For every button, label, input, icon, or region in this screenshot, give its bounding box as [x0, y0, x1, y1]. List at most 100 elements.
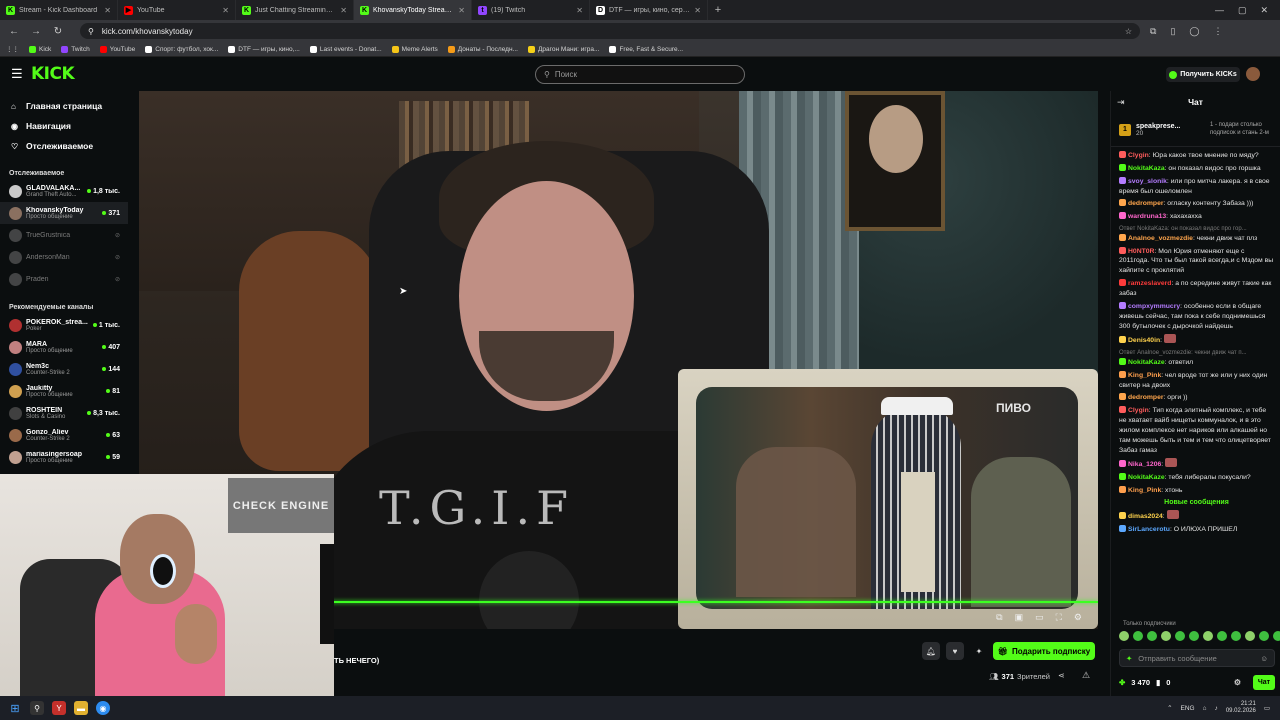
- kicks-balance[interactable]: 3 470: [1131, 678, 1150, 687]
- tab-close-icon[interactable]: ✕: [222, 6, 229, 15]
- sidebar-channel[interactable]: GLADVALAKA... Grand Theft Auto... 1,8 тыс.: [0, 180, 128, 202]
- chat-username[interactable]: ramzeslaverd: [1128, 280, 1171, 287]
- profile-icon[interactable]: ◯: [1189, 26, 1199, 37]
- reload-icon[interactable]: ↻: [52, 26, 64, 37]
- emote-icon[interactable]: [1133, 631, 1143, 641]
- new-messages-divider[interactable]: Новые сообщения: [1119, 499, 1274, 506]
- search-taskbar-icon[interactable]: ⚲: [30, 701, 44, 715]
- chat-username[interactable]: NokitaKaze: [1128, 474, 1165, 481]
- url-field[interactable]: ⚲ kick.com/khovanskytoday ☆: [80, 23, 1140, 39]
- tray-arrow-icon[interactable]: ⌃: [1167, 704, 1172, 712]
- sparkle-icon[interactable]: ✦: [1126, 654, 1132, 663]
- chat-username[interactable]: H0NT0R: [1128, 248, 1154, 255]
- notification-bell-button[interactable]: 🔔︎: [922, 642, 940, 660]
- emote-icon[interactable]: [1175, 631, 1185, 641]
- chat-username[interactable]: SirLancerotu: [1128, 526, 1170, 533]
- chat-username[interactable]: NokitaKaze: [1128, 359, 1165, 366]
- emote-icon[interactable]: [1245, 631, 1255, 641]
- browser-tab[interactable]: ▶ YouTube ✕: [118, 0, 236, 20]
- extensions-icon[interactable]: ⧉: [1150, 26, 1156, 37]
- gifter-name[interactable]: speakprese...: [1136, 123, 1180, 130]
- pip-icon[interactable]: ▣: [1015, 612, 1024, 623]
- chat-username[interactable]: Nika_1206: [1128, 461, 1161, 468]
- emote-icon[interactable]: [1273, 631, 1280, 641]
- browser-tab[interactable]: K Just Chatting Streaming - Live S ✕: [236, 0, 354, 20]
- gift-subscription-button[interactable]: 🎁︎ Подарить подписку: [993, 642, 1095, 660]
- new-tab-button[interactable]: +: [708, 4, 728, 16]
- emote-icon[interactable]: [1189, 631, 1199, 641]
- chat-username[interactable]: King_Pink: [1128, 487, 1161, 494]
- site-info-icon[interactable]: ⚲: [88, 27, 94, 36]
- apps-grid-icon[interactable]: ⋮⋮: [6, 45, 19, 53]
- emote-icon[interactable]: [1161, 631, 1171, 641]
- bookmark-star-icon[interactable]: ☆: [1125, 27, 1132, 36]
- chrome-icon[interactable]: ◉: [96, 701, 110, 715]
- close-window-icon[interactable]: ✕: [1260, 5, 1268, 16]
- chat-username[interactable]: dedromper: [1128, 200, 1164, 207]
- clip-icon[interactable]: ⧉: [996, 612, 1002, 623]
- sidebar-channel[interactable]: Jaukitty Просто общение 81: [0, 380, 128, 402]
- bookmark-item[interactable]: DTF — игры, кино,...: [228, 45, 300, 53]
- folder-icon[interactable]: ▬: [74, 701, 88, 715]
- chat-username[interactable]: compxymmucry: [1128, 303, 1180, 310]
- chat-send-button[interactable]: Чат: [1253, 674, 1275, 690]
- sidebar-icon[interactable]: ▯: [1170, 26, 1175, 37]
- emote-icon[interactable]: [1259, 631, 1269, 641]
- get-kicks-button[interactable]: Получить KICKs: [1166, 67, 1240, 82]
- browser-tab[interactable]: K Stream - Kick Dashboard ✕: [0, 0, 118, 20]
- browser-tab[interactable]: t (19) Twitch ✕: [472, 0, 590, 20]
- sidebar-channel[interactable]: ROSHTEIN Slots & Casino 8,3 тыс.: [0, 402, 128, 424]
- bookmark-item[interactable]: Kick: [29, 45, 51, 53]
- chat-username[interactable]: svoy_slonik: [1128, 178, 1167, 185]
- emote-icon[interactable]: [1119, 631, 1129, 641]
- sidebar-channel[interactable]: KhovanskyToday Просто общение 371: [0, 202, 128, 224]
- tab-close-icon[interactable]: ✕: [694, 6, 701, 15]
- bookmark-item[interactable]: Донаты - Последн...: [447, 45, 518, 53]
- user-avatar[interactable]: [1246, 67, 1260, 81]
- tab-close-icon[interactable]: ✕: [340, 6, 347, 15]
- clock[interactable]: 21:21 09.02.2026: [1226, 701, 1256, 715]
- search-input[interactable]: ⚲ Поиск: [535, 65, 745, 84]
- chat-username[interactable]: Clygin: [1128, 152, 1149, 159]
- points-value[interactable]: 0: [1166, 678, 1170, 687]
- maximize-icon[interactable]: ▢: [1238, 5, 1247, 16]
- kick-logo[interactable]: KICK: [31, 64, 75, 84]
- back-icon[interactable]: ←: [8, 26, 20, 37]
- theater-icon[interactable]: ▭: [1035, 612, 1044, 623]
- emote-icon[interactable]: [1203, 631, 1213, 641]
- chat-username[interactable]: NokitaKaza: [1128, 165, 1165, 172]
- collapse-chat-icon[interactable]: ⇥: [1117, 97, 1125, 108]
- chat-settings-icon[interactable]: ⚙: [1234, 678, 1241, 687]
- windows-start-icon[interactable]: ⊞: [8, 701, 22, 715]
- volume-icon[interactable]: ♪: [1215, 705, 1218, 712]
- chat-username[interactable]: Analnoe_vozmezdie: [1128, 235, 1193, 242]
- sidebar-channel[interactable]: Praden ⊘: [0, 268, 128, 290]
- emote-icon[interactable]: [1217, 631, 1227, 641]
- sidebar-channel[interactable]: POKEROK_strea... Poker 1 тыс.: [0, 314, 128, 336]
- sidebar-channel[interactable]: MARA Просто общение 407: [0, 336, 128, 358]
- tab-close-icon[interactable]: ✕: [576, 6, 583, 15]
- sidebar-nav-item[interactable]: ♡ Отслеживаемое: [0, 136, 128, 156]
- chat-username[interactable]: dimas2024: [1128, 513, 1163, 520]
- emoji-icon[interactable]: ☺: [1260, 654, 1268, 663]
- network-icon[interactable]: ⌂: [1203, 705, 1207, 712]
- sidebar-channel[interactable]: Gonzo_Aliev Counter-Strike 2 63: [0, 424, 128, 446]
- report-icon[interactable]: ⚠: [1082, 670, 1090, 681]
- bookmark-item[interactable]: Twitch: [61, 45, 90, 53]
- tab-close-icon[interactable]: ✕: [104, 6, 111, 15]
- yandex-icon[interactable]: Y: [52, 701, 66, 715]
- bookmark-item[interactable]: Meme Alerts: [391, 45, 438, 53]
- tab-close-icon[interactable]: ✕: [458, 6, 465, 15]
- sidebar-nav-item[interactable]: ◉ Навигация: [0, 116, 128, 136]
- sidebar-channel[interactable]: mariasingersoap Просто общение 59: [0, 446, 128, 468]
- minimize-icon[interactable]: —: [1215, 5, 1224, 16]
- hamburger-menu-icon[interactable]: ☰: [11, 66, 23, 82]
- language-indicator[interactable]: ENG: [1181, 705, 1195, 712]
- chat-username[interactable]: dedromper: [1128, 394, 1164, 401]
- emote-icon[interactable]: [1147, 631, 1157, 641]
- menu-icon[interactable]: ⋮: [1213, 26, 1222, 37]
- chat-input[interactable]: ✦ Отправить сообщение ☺: [1119, 649, 1275, 667]
- follow-button[interactable]: ♥: [946, 642, 964, 660]
- share-icon[interactable]: ⋖: [1058, 671, 1065, 680]
- fullscreen-icon[interactable]: ⛶: [1056, 612, 1062, 623]
